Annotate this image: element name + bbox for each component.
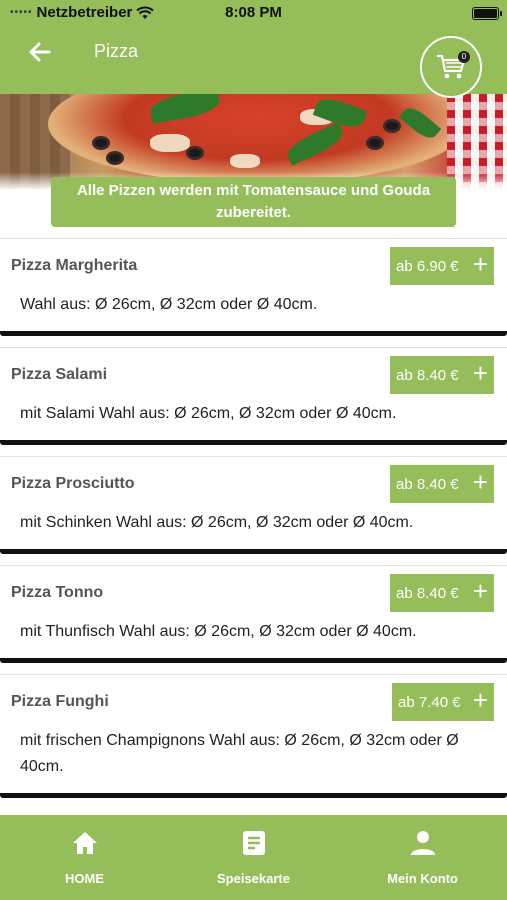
item-name: Pizza Tonno	[11, 584, 104, 601]
nav-menu-label: Speisekarte	[217, 871, 290, 886]
add-to-cart-button[interactable]: ab 6.90 € +	[390, 247, 494, 285]
item-price: ab 8.40 €	[396, 366, 459, 384]
nav-home[interactable]: HOME	[0, 815, 169, 900]
app-header: Pizza 0	[0, 26, 507, 98]
bottom-nav: HOME Speisekarte Mein Konto	[0, 815, 507, 900]
cart-count-badge: 0	[458, 51, 470, 63]
home-icon	[72, 832, 97, 854]
pizza-hero-image	[0, 94, 507, 190]
item-description: mit Thunfisch Wahl aus: Ø 26cm, Ø 32cm o…	[20, 623, 417, 640]
add-to-cart-button[interactable]: ab 8.40 € +	[390, 574, 494, 612]
plus-icon: +	[472, 685, 488, 715]
cart-button[interactable]: 0	[420, 36, 482, 98]
list-item: Pizza Margherita ab 6.90 € + Wahl aus: Ø…	[0, 238, 507, 348]
status-time: 8:08 PM	[225, 4, 282, 21]
list-item: Pizza Prosciutto ab 8.40 € + mit Schinke…	[0, 456, 507, 566]
item-description: mit Schinken Wahl aus: Ø 26cm, Ø 32cm od…	[20, 514, 414, 531]
add-to-cart-button[interactable]: ab 7.40 € +	[392, 683, 494, 721]
item-price: ab 7.40 €	[398, 693, 461, 711]
nav-account-label: Mein Konto	[387, 871, 458, 886]
plus-icon: +	[472, 467, 488, 497]
list-item: Pizza Tonno ab 8.40 € + mit Thunfisch Wa…	[0, 565, 507, 675]
item-name: Pizza Funghi	[11, 693, 109, 710]
item-name: Pizza Salami	[11, 366, 108, 383]
battery-icon	[472, 7, 502, 20]
add-to-cart-button[interactable]: ab 8.40 € +	[390, 356, 494, 394]
product-list: Pizza Margherita ab 6.90 € + Wahl aus: Ø…	[0, 238, 507, 815]
item-name: Pizza Margherita	[11, 257, 138, 274]
menu-card-icon	[242, 831, 265, 855]
item-description: mit Salami Wahl aus: Ø 26cm, Ø 32cm oder…	[20, 405, 397, 422]
item-name: Pizza Prosciutto	[11, 475, 135, 492]
nav-account[interactable]: Mein Konto	[338, 815, 507, 900]
back-button[interactable]	[26, 38, 54, 66]
plus-icon: +	[472, 358, 488, 388]
arrow-left-icon	[29, 42, 51, 62]
item-price: ab 8.40 €	[396, 475, 459, 493]
plus-icon: +	[472, 249, 488, 279]
info-banner: Alle Pizzen werden mit Tomatensauce und …	[51, 177, 456, 227]
item-price: ab 8.40 €	[396, 584, 459, 602]
item-description: mit frischen Champignons Wahl aus: Ø 26c…	[20, 732, 459, 775]
nav-home-label: HOME	[65, 871, 104, 886]
status-bar: ••••• Netzbetreiber 8:08 PM	[0, 0, 507, 26]
nav-menu[interactable]: Speisekarte	[169, 815, 338, 900]
item-description: Wahl aus: Ø 26cm, Ø 32cm oder Ø 40cm.	[20, 296, 318, 313]
plus-icon: +	[472, 576, 488, 606]
page-title: Pizza	[94, 41, 139, 61]
list-item: Pizza Funghi ab 7.40 € + mit frischen Ch…	[0, 674, 507, 814]
user-icon	[410, 831, 435, 855]
add-to-cart-button[interactable]: ab 8.40 € +	[390, 465, 494, 503]
list-item: Pizza Salami ab 8.40 € + mit Salami Wahl…	[0, 347, 507, 457]
item-price: ab 6.90 €	[396, 257, 459, 275]
